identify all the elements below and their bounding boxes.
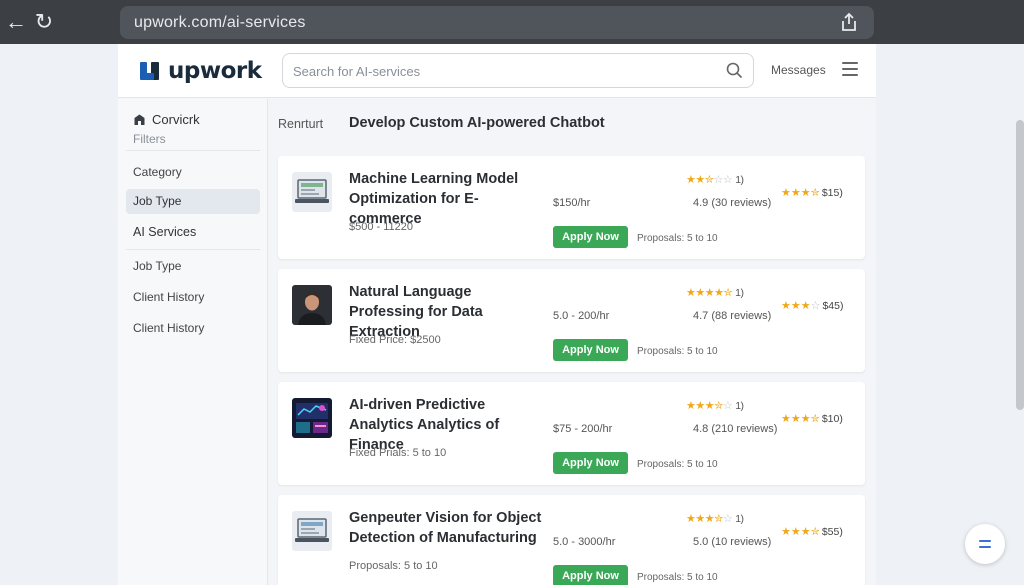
laptop-screen-image xyxy=(292,172,332,212)
rating-count: 1) xyxy=(735,513,744,525)
filter-sidebar: Corvicrk Filters Category Job Type AI Se… xyxy=(118,99,268,585)
rating-stars: ★★★✮☆ 1) xyxy=(686,513,744,525)
upwork-logo-mark-icon xyxy=(140,62,159,80)
proposals-count: Proposals: 5 to 10 xyxy=(637,459,718,470)
rating-stars: ★★★✮☆ 1) xyxy=(686,400,744,412)
sidebar-item-client-history[interactable]: Client History xyxy=(126,285,260,310)
secondary-rating: ★★★✮ $55) xyxy=(781,526,843,538)
listing-budget: Fixed Price: $2500 xyxy=(349,334,441,346)
apply-now-button[interactable]: Apply Now xyxy=(553,565,628,585)
listing-rate: $75 - 200/hr xyxy=(553,423,613,435)
chat-fab-button[interactable] xyxy=(965,524,1005,564)
secondary-price: $55) xyxy=(821,526,843,538)
listing-rate: 5.0 - 3000/hr xyxy=(553,536,616,548)
filters-heading: Filters xyxy=(133,132,166,146)
reviews-text: 4.8 (210 reviews) xyxy=(693,423,778,435)
secondary-rating: ★★★☆ $45) xyxy=(781,300,844,312)
sidebar-brand-label: Corvicrk xyxy=(152,112,200,127)
listing-budget: Fixed Prials: 5 to 10 xyxy=(349,447,447,459)
sidebar-item-job-type-2[interactable]: Job Type xyxy=(126,254,260,279)
listing-title[interactable]: Natural Language Professing for Data Ext… xyxy=(349,282,549,342)
upwork-page: upwork Messages Corvicrk Filters Categor… xyxy=(118,44,876,585)
proposals-count: Proposals: 5 to 10 xyxy=(637,346,718,357)
listing-card[interactable]: Natural Language Professing for Data Ext… xyxy=(278,269,865,372)
sidebar-item-client-history-2[interactable]: Client History xyxy=(126,316,260,341)
address-bar[interactable]: upwork.com/ai-services xyxy=(120,6,874,39)
reviews-text: 4.7 (88 reviews) xyxy=(693,310,772,322)
hamburger-menu-icon[interactable] xyxy=(842,62,858,76)
proposals-count: Proposals: 5 to 10 xyxy=(637,233,718,244)
equals-icon xyxy=(979,546,991,548)
proposals-count: Proposals: 5 to 10 xyxy=(637,572,718,583)
search-input[interactable] xyxy=(293,61,713,81)
rating-count: 1) xyxy=(735,174,744,186)
listing-title[interactable]: Genpeuter Vision for Object Detection of… xyxy=(349,508,549,548)
sidebar-divider xyxy=(126,249,260,250)
reviews-text: 4.9 (30 reviews) xyxy=(693,197,772,209)
secondary-price: $10) xyxy=(821,413,843,425)
share-icon[interactable] xyxy=(840,12,858,32)
sidebar-divider xyxy=(126,150,260,151)
rating-count: 1) xyxy=(735,287,744,299)
upwork-logo[interactable]: upwork xyxy=(138,56,262,86)
reviews-text: 5.0 (10 reviews) xyxy=(693,536,772,548)
sidebar-item-category[interactable]: Category xyxy=(126,160,260,185)
apply-now-button[interactable]: Apply Now xyxy=(553,452,628,474)
listing-budget: Proposals: 5 to 10 xyxy=(349,560,438,572)
listing-rate: $150/hr xyxy=(553,197,591,209)
search-box[interactable] xyxy=(282,53,754,88)
sidebar-item-job-type[interactable]: Job Type xyxy=(126,189,260,214)
listing-title[interactable]: AI-driven Predictive Analytics Analytics… xyxy=(349,395,549,455)
messages-link[interactable]: Messages xyxy=(771,63,826,77)
person-portrait-image xyxy=(292,285,332,325)
url-text: upwork.com/ai-services xyxy=(134,14,306,31)
reload-icon[interactable]: ↻ xyxy=(32,10,56,34)
back-arrow-icon[interactable]: ← xyxy=(4,10,28,34)
rating-stars: ★★✮☆☆ 1) xyxy=(686,174,744,186)
page-scrollbar[interactable] xyxy=(1016,120,1024,410)
search-icon[interactable] xyxy=(726,62,743,79)
page-title: Develop Custom AI-powered Chatbot xyxy=(349,115,605,131)
apply-now-button[interactable]: Apply Now xyxy=(553,339,628,361)
browser-toolbar: ← ↻ upwork.com/ai-services xyxy=(0,0,1024,44)
upwork-logo-text: upwork xyxy=(168,58,262,84)
listing-title[interactable]: Machine Learning Model Optimization for … xyxy=(349,169,549,229)
secondary-price: $45) xyxy=(822,300,844,312)
home-icon xyxy=(134,114,145,125)
listing-card[interactable]: AI-driven Predictive Analytics Analytics… xyxy=(278,382,865,485)
secondary-rating: ★★★✮ $15) xyxy=(781,187,843,199)
sidebar-brand[interactable]: Corvicrk xyxy=(133,112,200,127)
rating-count: 1) xyxy=(735,400,744,412)
listing-card[interactable]: Machine Learning Model Optimization for … xyxy=(278,156,865,259)
rating-stars: ★★★★✮ 1) xyxy=(686,287,744,299)
listing-budget: $500 - 11220 xyxy=(349,221,414,233)
sidebar-item-ai-services[interactable]: AI Services xyxy=(126,220,260,245)
secondary-price: $15) xyxy=(821,187,843,199)
listing-rate: 5.0 - 200/hr xyxy=(553,310,610,322)
site-header: upwork Messages xyxy=(118,44,876,98)
breadcrumb[interactable]: Renrturt xyxy=(278,117,323,131)
laptop-screen-image xyxy=(292,511,332,551)
listing-card[interactable]: Genpeuter Vision for Object Detection of… xyxy=(278,495,865,585)
neon-dashboard-image xyxy=(292,398,332,438)
secondary-rating: ★★★✮ $10) xyxy=(781,413,843,425)
apply-now-button[interactable]: Apply Now xyxy=(553,226,628,248)
equals-icon xyxy=(979,540,991,542)
